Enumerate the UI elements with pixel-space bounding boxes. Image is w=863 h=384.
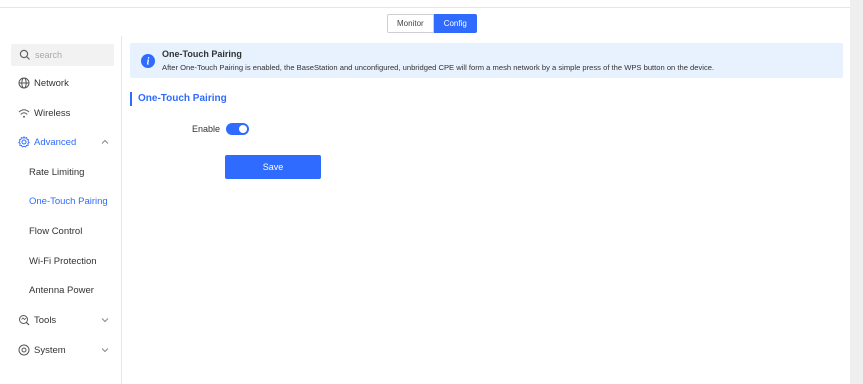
sidebar-item-tools[interactable]: Tools (0, 307, 121, 333)
sidebar-item-label: Network (34, 77, 69, 89)
sidebar-item-network[interactable]: Network (0, 70, 121, 96)
sidebar-item-label: One-Touch Pairing (29, 195, 108, 207)
sidebar-item-wifi-protection[interactable]: Wi-Fi Protection (0, 248, 121, 274)
scrollbar-track[interactable] (850, 0, 863, 384)
info-banner: i One-Touch Pairing After One-Touch Pair… (130, 43, 843, 78)
banner-text: After One-Touch Pairing is enabled, the … (162, 63, 715, 72)
sidebar-item-rate-limiting[interactable]: Rate Limiting (0, 159, 121, 185)
banner-title: One-Touch Pairing (162, 49, 242, 59)
wifi-icon (18, 107, 30, 119)
system-icon (18, 344, 30, 356)
globe-icon (18, 77, 30, 89)
view-mode-toggle: Monitor Config (387, 14, 477, 33)
gear-icon (18, 136, 30, 148)
sidebar-item-wireless[interactable]: Wireless (0, 100, 121, 126)
search-icon (19, 49, 31, 61)
tab-monitor[interactable]: Monitor (387, 14, 434, 33)
enable-label: Enable (192, 124, 221, 134)
search-box[interactable] (11, 44, 114, 66)
sidebar-item-label: Tools (34, 314, 57, 326)
save-button[interactable]: Save (225, 155, 321, 179)
sidebar-item-antenna-power[interactable]: Antenna Power (0, 277, 121, 303)
sidebar-item-label: System (34, 344, 66, 356)
info-icon: i (141, 54, 155, 68)
sidebar-item-label: Antenna Power (29, 284, 94, 296)
enable-toggle[interactable] (226, 123, 249, 135)
sidebar-item-label: Flow Control (29, 225, 83, 237)
tab-config[interactable]: Config (433, 14, 477, 33)
sidebar-item-label: Wi-Fi Protection (29, 255, 97, 267)
sidebar-item-flow-control[interactable]: Flow Control (0, 218, 121, 244)
search-input[interactable] (35, 50, 110, 60)
sidebar-item-label: Wireless (34, 107, 71, 119)
chevron-up-icon (101, 138, 109, 146)
chevron-down-icon (101, 346, 109, 354)
section-title: One-Touch Pairing (130, 92, 227, 106)
tools-icon (18, 314, 30, 326)
sidebar-item-one-touch-pairing[interactable]: One-Touch Pairing (0, 188, 121, 214)
sidebar-item-advanced[interactable]: Advanced (0, 129, 121, 155)
sidebar: Network Wireless Advanced Rate Limiting … (0, 36, 122, 384)
sidebar-item-system[interactable]: System (0, 337, 121, 363)
toggle-knob (239, 125, 247, 133)
chevron-down-icon (101, 316, 109, 324)
svg-text:i: i (147, 57, 150, 68)
sidebar-item-label: Rate Limiting (29, 166, 85, 178)
top-bar (0, 0, 850, 8)
sidebar-item-label: Advanced (34, 136, 77, 148)
